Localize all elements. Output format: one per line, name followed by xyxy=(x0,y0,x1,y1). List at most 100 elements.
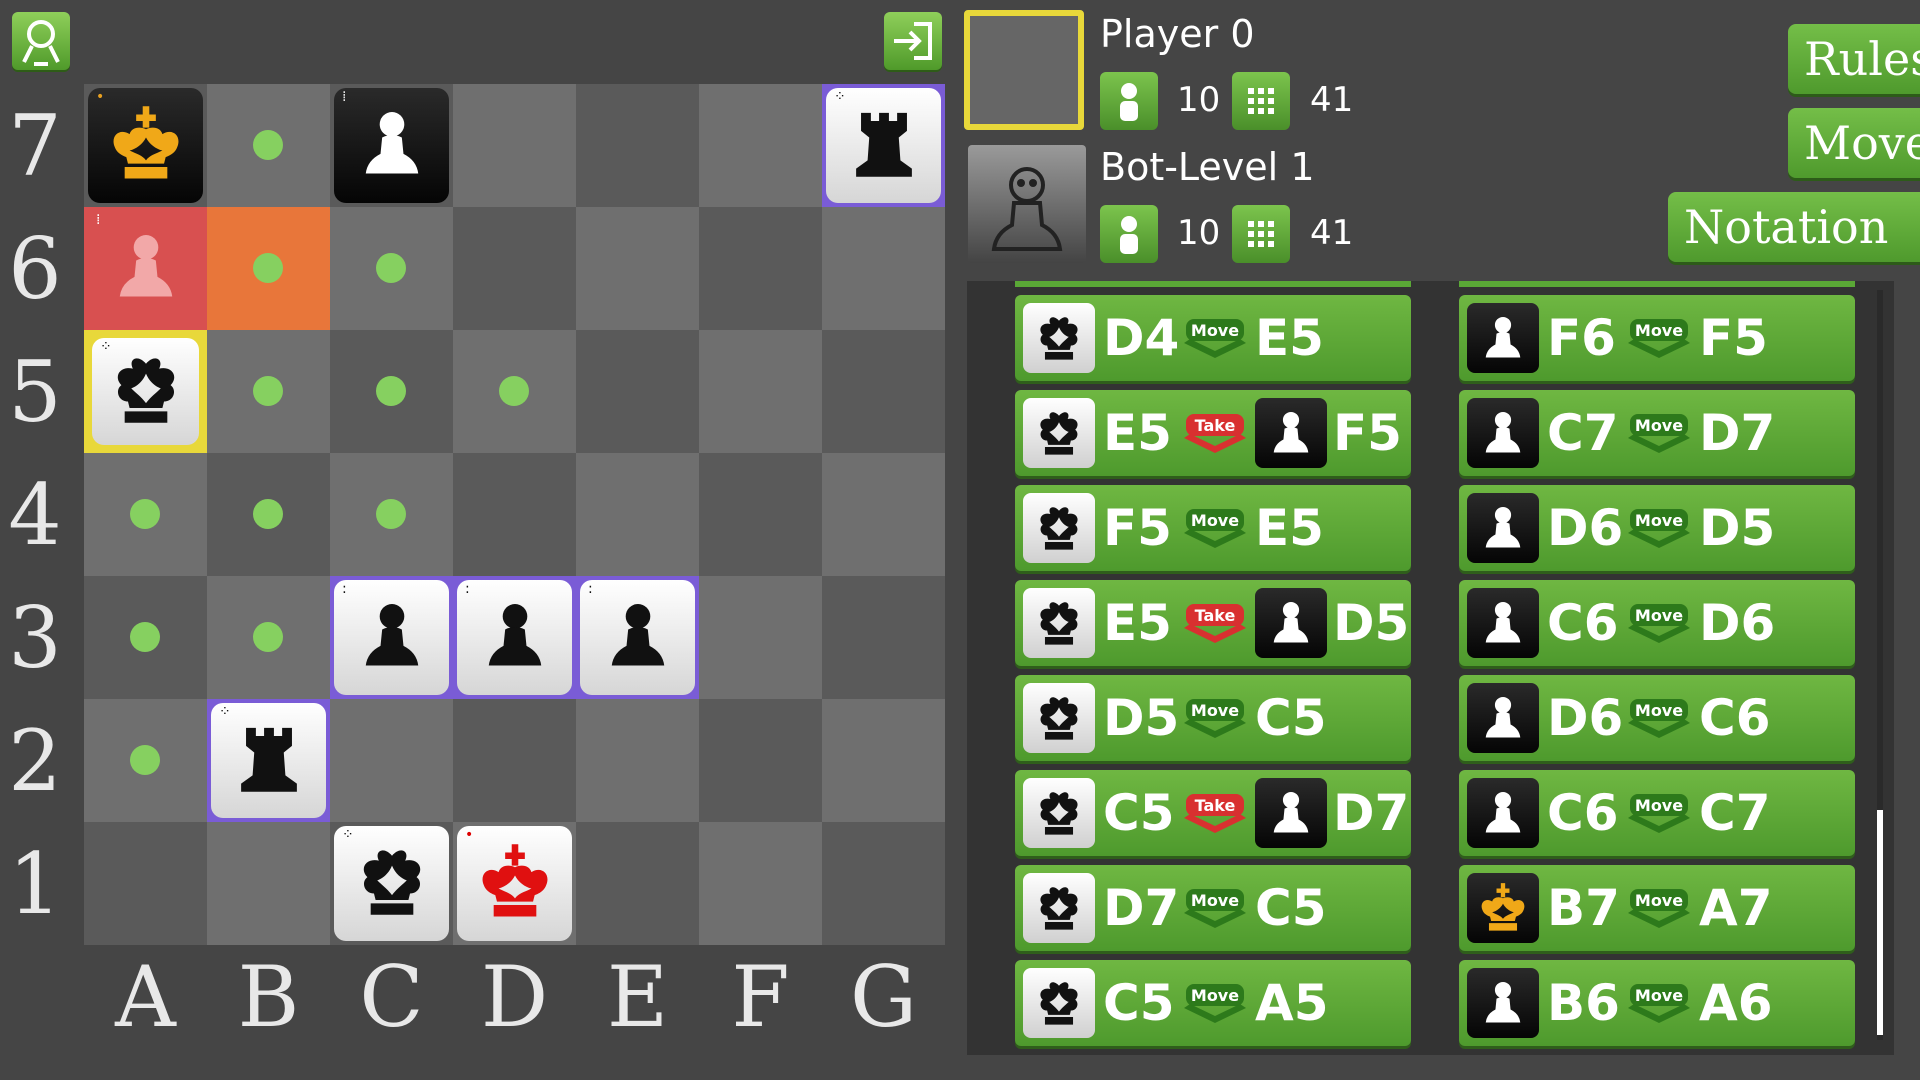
move-row[interactable]: C6 Move C7 xyxy=(1459,770,1855,856)
square-b3[interactable] xyxy=(207,576,330,699)
square-a6[interactable]: ⁞ xyxy=(84,207,207,330)
move-row[interactable]: E5 Take F5 xyxy=(1015,390,1411,476)
queen-piece[interactable]: ⁘ xyxy=(334,826,449,941)
move-hint-dot[interactable] xyxy=(253,253,283,283)
square-c2[interactable] xyxy=(330,699,453,822)
move-row[interactable]: E5 Take D5 xyxy=(1015,580,1411,666)
square-a3[interactable] xyxy=(84,576,207,699)
move-row[interactable]: C7 Move D7 xyxy=(1459,390,1855,476)
move-button[interactable]: Move xyxy=(1788,108,1920,178)
square-d2[interactable] xyxy=(453,699,576,822)
square-g3[interactable] xyxy=(822,576,945,699)
square-g5[interactable] xyxy=(822,330,945,453)
tutor-button[interactable] xyxy=(12,12,70,70)
pawn-piece[interactable]: : xyxy=(457,580,572,695)
square-g1[interactable] xyxy=(822,822,945,945)
square-c5[interactable] xyxy=(330,330,453,453)
square-e2[interactable] xyxy=(576,699,699,822)
rules-button[interactable]: Rules xyxy=(1788,24,1920,94)
move-hint-dot[interactable] xyxy=(253,622,283,652)
move-row[interactable]: B7 Move A7 xyxy=(1459,865,1855,951)
square-a2[interactable] xyxy=(84,699,207,822)
move-row[interactable]: D5 Move C5 xyxy=(1015,675,1411,761)
pawn-ghost-piece[interactable]: ⁞ xyxy=(88,211,203,326)
square-f4[interactable] xyxy=(699,453,822,576)
square-e5[interactable] xyxy=(576,330,699,453)
move-hint-dot[interactable] xyxy=(376,253,406,283)
square-c6[interactable] xyxy=(330,207,453,330)
scrollbar-thumb[interactable] xyxy=(1877,810,1883,1035)
king-gold-piece[interactable]: • xyxy=(88,88,203,203)
move-hint-dot[interactable] xyxy=(130,622,160,652)
square-a4[interactable] xyxy=(84,453,207,576)
move-hint-dot[interactable] xyxy=(130,745,160,775)
square-d3[interactable]: : xyxy=(453,576,576,699)
square-f7[interactable] xyxy=(699,84,822,207)
move-row[interactable]: D4 Move E5 xyxy=(1015,295,1411,381)
bot-moves-count-button[interactable] xyxy=(1232,205,1290,263)
square-a5[interactable]: ⁘ xyxy=(84,330,207,453)
square-d4[interactable] xyxy=(453,453,576,576)
square-d7[interactable] xyxy=(453,84,576,207)
pawn-piece[interactable]: : xyxy=(334,580,449,695)
move-hint-dot[interactable] xyxy=(253,376,283,406)
square-g2[interactable] xyxy=(822,699,945,822)
square-b5[interactable] xyxy=(207,330,330,453)
square-a1[interactable] xyxy=(84,822,207,945)
square-f1[interactable] xyxy=(699,822,822,945)
square-b1[interactable] xyxy=(207,822,330,945)
square-e1[interactable] xyxy=(576,822,699,945)
square-f2[interactable] xyxy=(699,699,822,822)
square-f6[interactable] xyxy=(699,207,822,330)
move-row[interactable]: D6 Move C6 xyxy=(1459,675,1855,761)
pieces-count-button[interactable] xyxy=(1100,72,1158,130)
square-d6[interactable] xyxy=(453,207,576,330)
pawn-piece[interactable]: : xyxy=(580,580,695,695)
move-row[interactable]: D7 Move C5 xyxy=(1015,865,1411,951)
move-hint-dot[interactable] xyxy=(130,499,160,529)
square-g6[interactable] xyxy=(822,207,945,330)
move-row[interactable]: C5 Move A5 xyxy=(1015,960,1411,1046)
bot-pieces-count-button[interactable] xyxy=(1100,205,1158,263)
square-e6[interactable] xyxy=(576,207,699,330)
exit-button[interactable] xyxy=(884,12,942,70)
notation-button[interactable]: Notation xyxy=(1668,192,1920,262)
square-d5[interactable] xyxy=(453,330,576,453)
move-hint-dot[interactable] xyxy=(376,499,406,529)
square-e4[interactable] xyxy=(576,453,699,576)
move-row[interactable]: B6 Move A6 xyxy=(1459,960,1855,1046)
move-history-list[interactable]: D4 Move E5 E5 Take F5 F5 Move E5 E5 Take D5 D5 Move C5… xyxy=(967,281,1894,1055)
move-hint-dot[interactable] xyxy=(253,499,283,529)
rook-piece[interactable]: ⁘ xyxy=(211,703,326,818)
square-g7[interactable]: ⁘ xyxy=(822,84,945,207)
square-a7[interactable]: • xyxy=(84,84,207,207)
square-g4[interactable] xyxy=(822,453,945,576)
square-b7[interactable] xyxy=(207,84,330,207)
square-b2[interactable]: ⁘ xyxy=(207,699,330,822)
square-b6[interactable] xyxy=(207,207,330,330)
rook-piece[interactable]: ⁘ xyxy=(826,88,941,203)
move-hint-dot[interactable] xyxy=(499,376,529,406)
move-row[interactable]: C5 Take D7 xyxy=(1015,770,1411,856)
move-row[interactable]: C6 Move D6 xyxy=(1459,580,1855,666)
move-row[interactable]: D6 Move D5 xyxy=(1459,485,1855,571)
square-f5[interactable] xyxy=(699,330,822,453)
pawn-piece[interactable]: ⁞ xyxy=(334,88,449,203)
move-row[interactable]: F6 Move F5 xyxy=(1459,295,1855,381)
square-f3[interactable] xyxy=(699,576,822,699)
move-list-scrollbar[interactable] xyxy=(1877,290,1883,1040)
move-row[interactable]: F5 Move E5 xyxy=(1015,485,1411,571)
square-e3[interactable]: : xyxy=(576,576,699,699)
square-d1[interactable]: • xyxy=(453,822,576,945)
square-e7[interactable] xyxy=(576,84,699,207)
square-b4[interactable] xyxy=(207,453,330,576)
moves-count-button[interactable] xyxy=(1232,72,1290,130)
queen-piece[interactable]: ⁘ xyxy=(92,338,199,445)
square-c7[interactable]: ⁞ xyxy=(330,84,453,207)
square-c1[interactable]: ⁘ xyxy=(330,822,453,945)
square-c3[interactable]: : xyxy=(330,576,453,699)
king-red-piece[interactable]: • xyxy=(457,826,572,941)
move-hint-dot[interactable] xyxy=(253,130,283,160)
move-hint-dot[interactable] xyxy=(376,376,406,406)
square-c4[interactable] xyxy=(330,453,453,576)
